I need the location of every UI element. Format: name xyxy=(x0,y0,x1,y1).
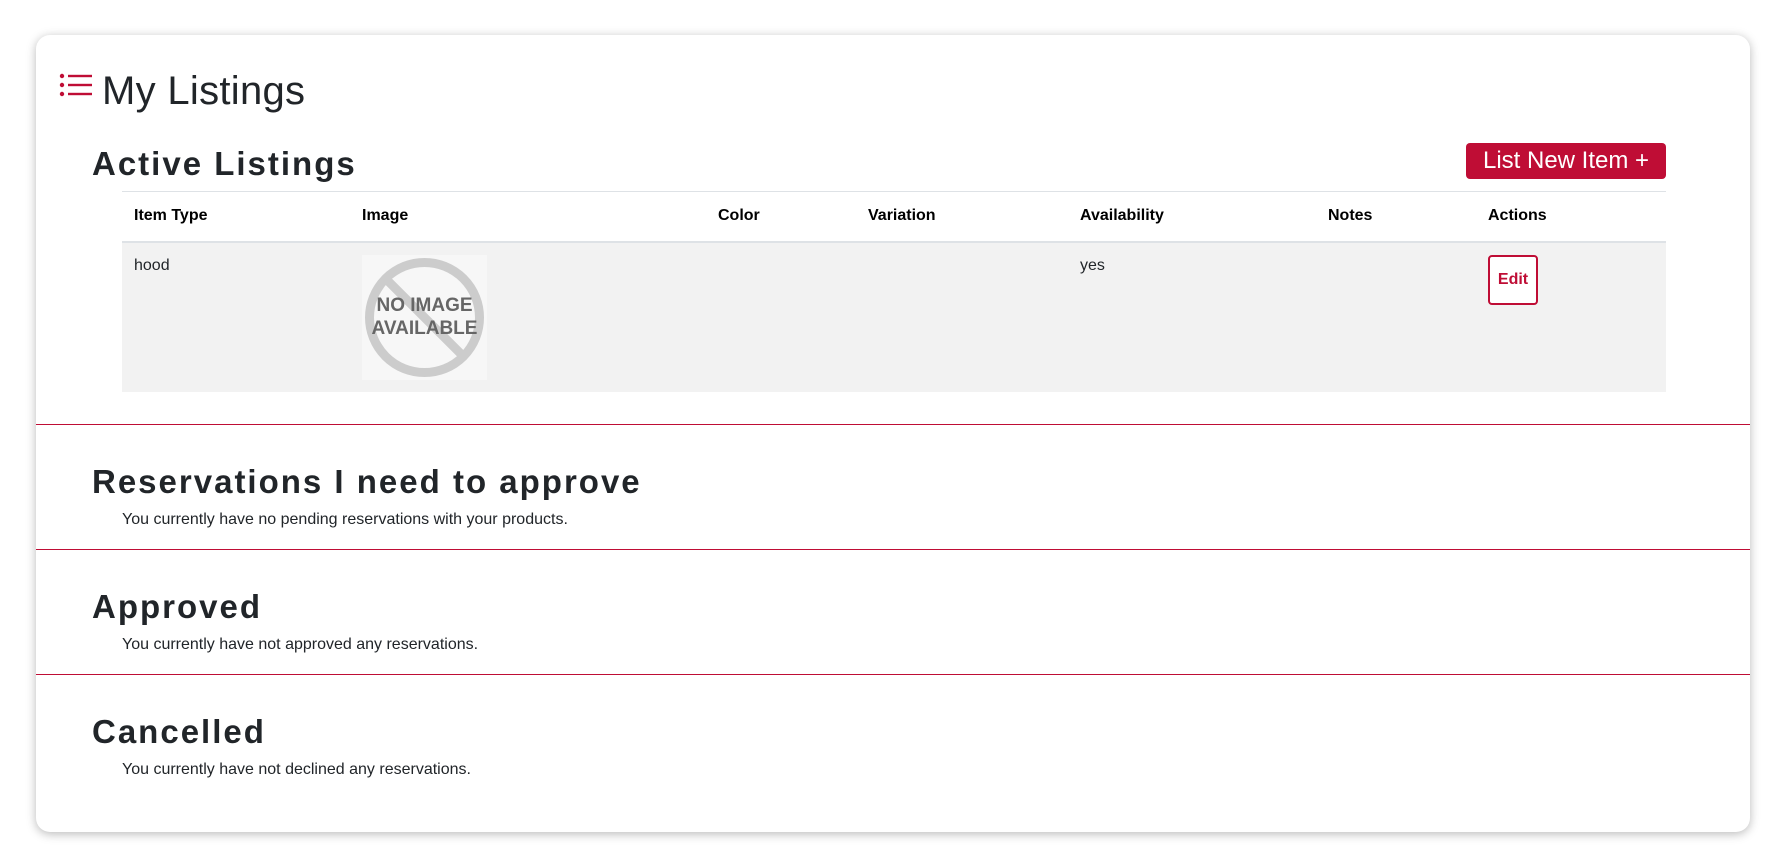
table-header-row: Item Type Image Color Variation Availabi… xyxy=(122,191,1666,242)
col-item-type: Item Type xyxy=(134,207,208,225)
active-listings-title: Active Listings xyxy=(92,145,357,182)
col-actions: Actions xyxy=(1488,207,1547,225)
listings-table: Item Type Image Color Variation Availabi… xyxy=(122,191,1666,392)
cell-notes xyxy=(1316,242,1476,392)
cell-image: NO IMAGE AVAILABLE xyxy=(350,242,706,392)
cancelled-message: You currently have not declined any rese… xyxy=(122,761,471,778)
page-header: My Listings xyxy=(58,59,305,114)
approved-message: You currently have not approved any rese… xyxy=(122,636,479,653)
list-icon xyxy=(59,73,92,96)
no-image-line1: NO IMAGE xyxy=(376,295,472,316)
col-notes: Notes xyxy=(1328,207,1373,225)
col-availability: Availability xyxy=(1080,207,1164,225)
table-row: hood NO IMAGE AVAILABLE yes Edit xyxy=(122,241,1666,392)
cell-availability: yes xyxy=(1080,256,1105,274)
col-variation: Variation xyxy=(868,207,936,225)
listings-card: My Listings Active Listings List New Ite… xyxy=(36,35,1750,832)
cell-variation xyxy=(856,242,1068,392)
no-image-icon[interactable]: NO IMAGE AVAILABLE xyxy=(362,254,487,380)
list-new-item-button[interactable]: List New Item + xyxy=(1466,143,1666,179)
cancelled-title: Cancelled xyxy=(92,713,266,750)
approved-title: Approved xyxy=(92,588,263,625)
edit-button[interactable]: Edit xyxy=(1488,254,1538,305)
cell-color xyxy=(706,242,856,392)
pending-reservations-message: You currently have no pending reservatio… xyxy=(122,511,568,528)
section-divider xyxy=(36,549,1750,550)
section-divider xyxy=(36,674,1750,675)
page-title: My Listings xyxy=(102,69,306,113)
cell-item-type: hood xyxy=(134,256,170,274)
col-color: Color xyxy=(718,207,760,225)
col-image: Image xyxy=(362,207,409,225)
section-divider xyxy=(36,424,1750,425)
no-image-line2: AVAILABLE xyxy=(372,318,478,339)
pending-reservations-title: Reservations I need to approve xyxy=(92,463,642,500)
cell-actions: Edit xyxy=(1476,242,1666,392)
